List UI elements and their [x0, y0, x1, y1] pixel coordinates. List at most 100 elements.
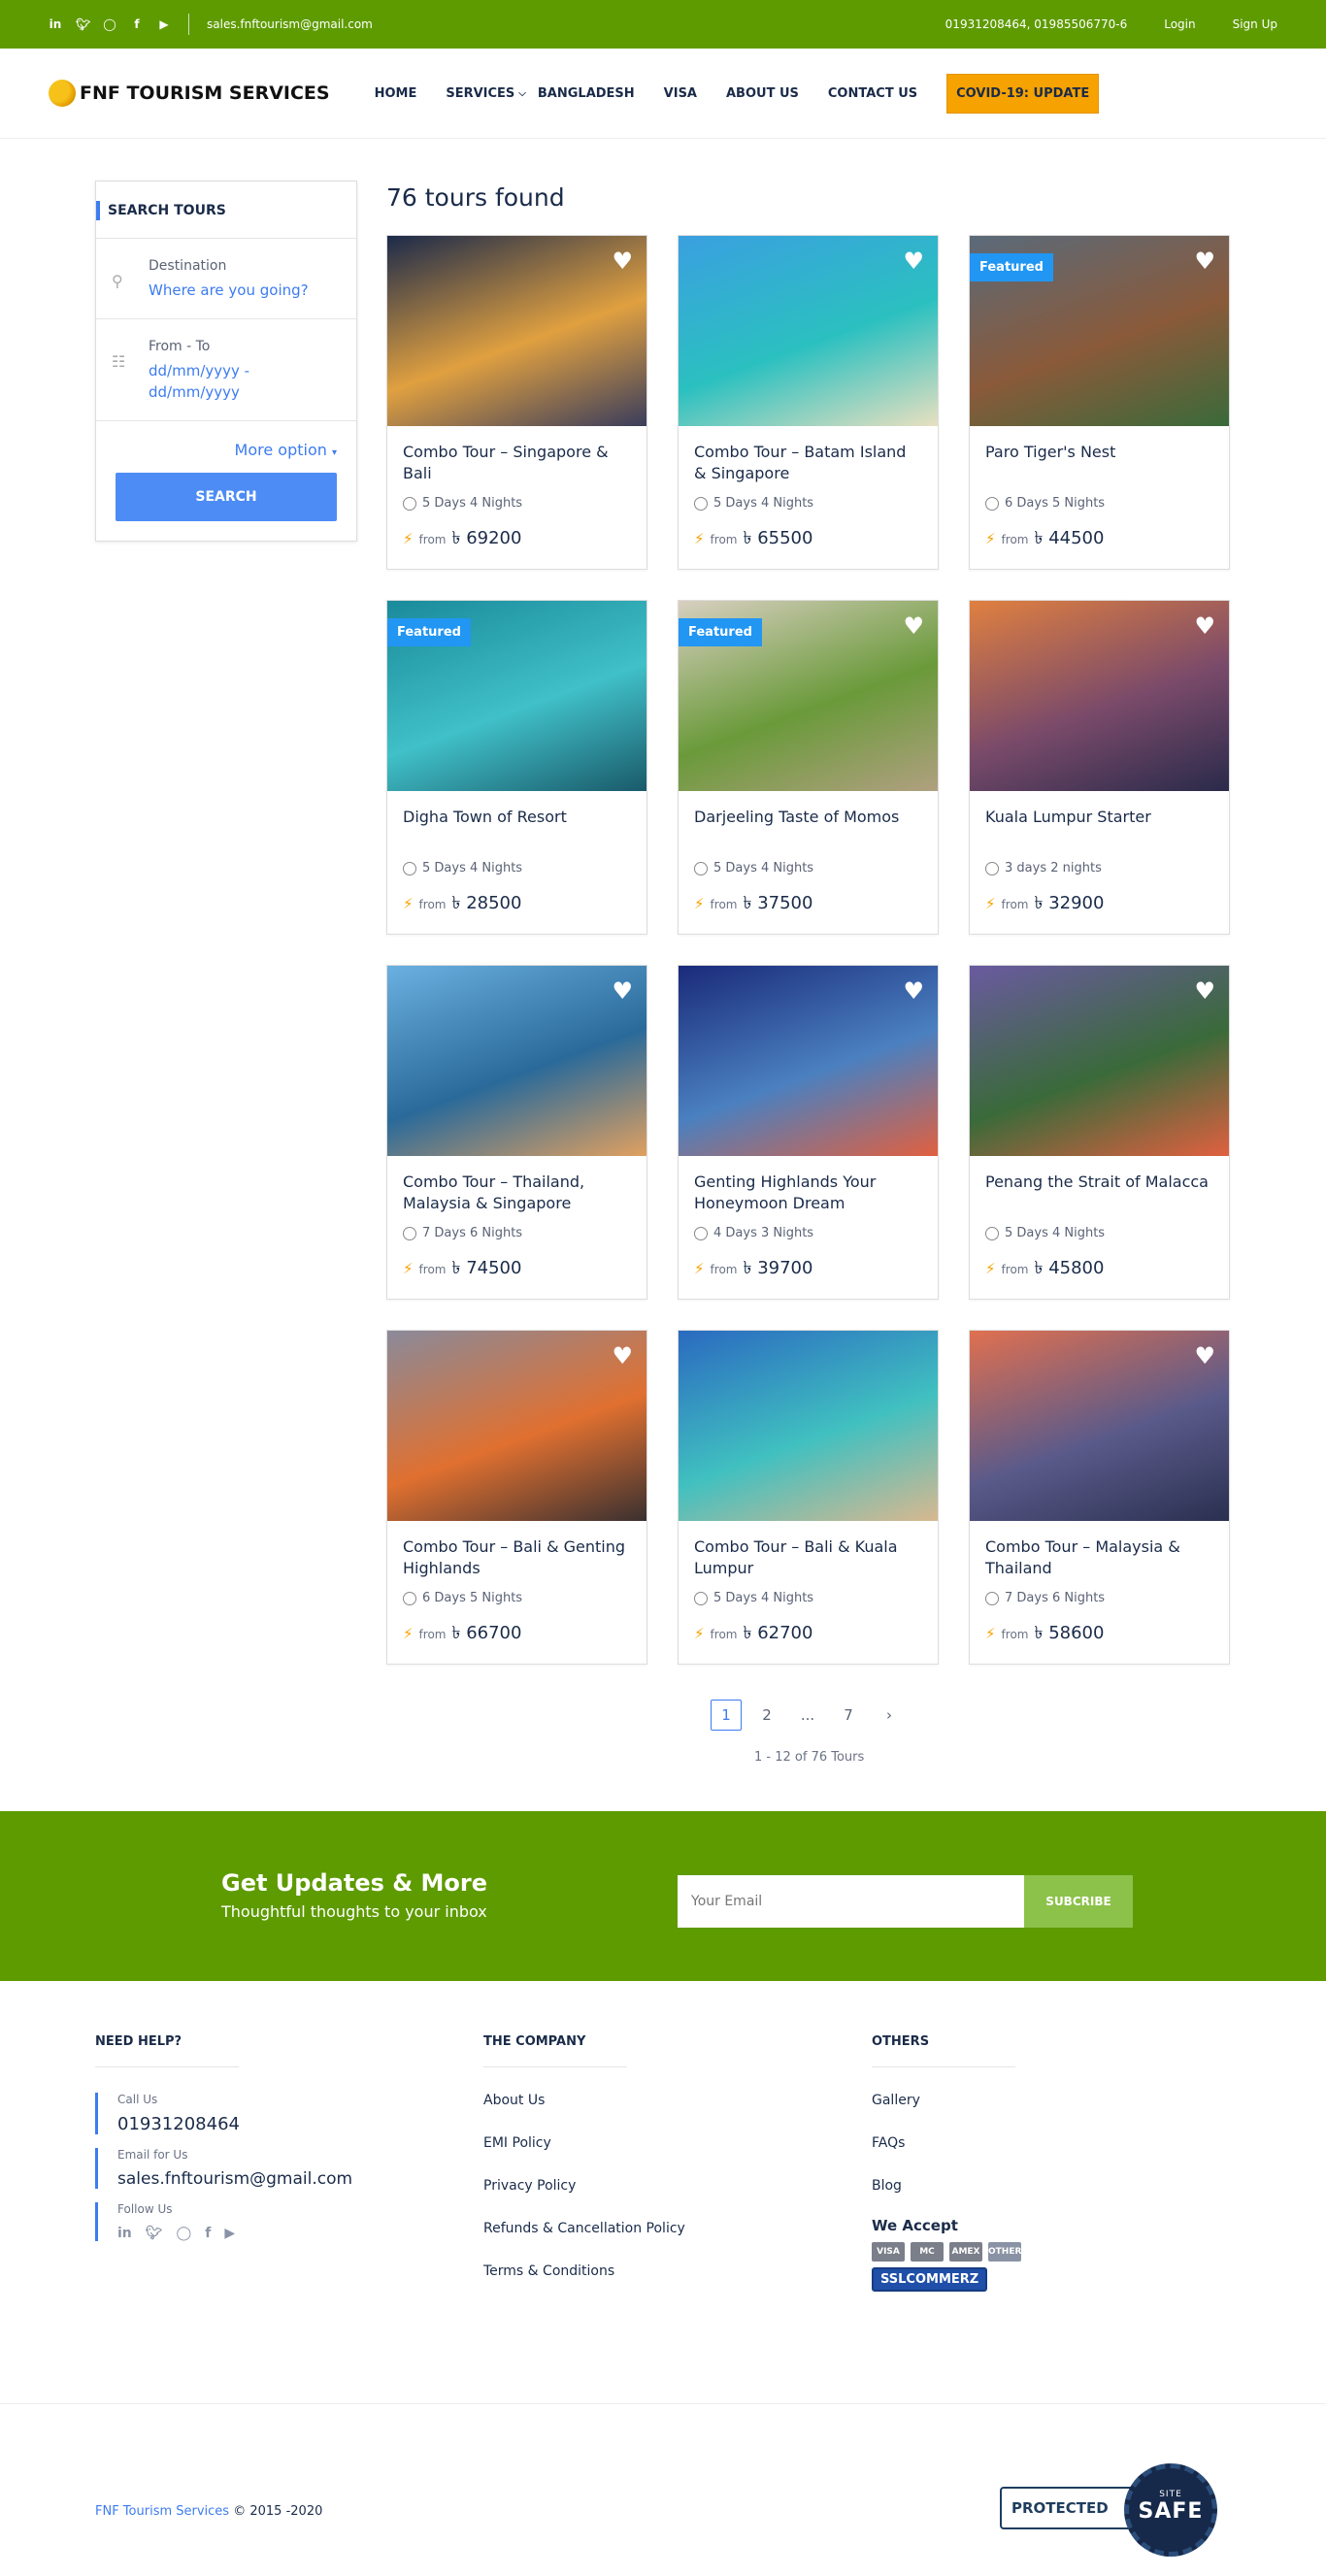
tour-title[interactable]: Genting Highlands Your Honeymoon Dream: [694, 1172, 922, 1218]
email-us-address[interactable]: sales.fnftourism@gmail.com: [117, 2169, 386, 2189]
heart-icon[interactable]: ♥: [612, 979, 633, 1003]
tour-card[interactable]: ♥ Combo Tour – Bali & Genting Highlands 6 …: [386, 1330, 647, 1665]
tour-image[interactable]: ♥: [679, 236, 938, 426]
price-from-label: from: [710, 533, 738, 546]
tour-image[interactable]: ♥: [970, 1331, 1229, 1521]
footer-link-terms[interactable]: Terms & Conditions: [483, 2263, 775, 2279]
tour-title[interactable]: Combo Tour – Malaysia & Thailand: [985, 1536, 1213, 1583]
price-from-label: from: [418, 898, 447, 911]
footer-link-privacy[interactable]: Privacy Policy: [483, 2178, 775, 2194]
tour-image[interactable]: Featured ♥: [679, 601, 938, 791]
tour-price: ⚡ from ৳ 65500: [694, 524, 922, 554]
nav-about[interactable]: ABOUT US: [726, 86, 799, 101]
nav-visa[interactable]: VISA: [664, 86, 697, 101]
tour-card-body: Combo Tour – Bali & Genting Highlands 6 D…: [387, 1521, 646, 1649]
date-range-input[interactable]: dd/mm/yyyy - dd/mm/yyyy: [149, 360, 265, 403]
facebook-icon[interactable]: f: [130, 17, 144, 31]
page-link-1[interactable]: 1: [711, 1700, 742, 1731]
nav-bangladesh[interactable]: BANGLADESH: [538, 86, 635, 101]
heart-icon[interactable]: ♥: [1194, 1344, 1215, 1368]
signup-link[interactable]: Sign Up: [1233, 17, 1277, 31]
tour-title[interactable]: Combo Tour – Bali & Genting Highlands: [403, 1536, 631, 1583]
heart-icon[interactable]: ♥: [1194, 614, 1215, 638]
tour-card[interactable]: ♥ Penang the Strait of Malacca 5 Days 4 Ni…: [969, 965, 1230, 1300]
linkedin-icon[interactable]: in: [117, 2226, 132, 2241]
tour-card[interactable]: Combo Tour – Bali & Kuala Lumpur 5 Days 4…: [678, 1330, 939, 1665]
heart-icon[interactable]: ♥: [903, 614, 924, 638]
tour-image[interactable]: ♥: [387, 236, 646, 426]
tour-card[interactable]: Featured Digha Town of Resort 5 Days 4 Nig…: [386, 600, 647, 935]
tour-image[interactable]: ♥: [970, 966, 1229, 1156]
tour-title[interactable]: Combo Tour – Thailand, Malaysia & Singap…: [403, 1172, 631, 1218]
caret-down-icon: ▾: [331, 447, 337, 458]
more-option-toggle[interactable]: More option ▾: [96, 421, 356, 473]
tour-card[interactable]: ♥ Combo Tour – Malaysia & Thailand 7 Days …: [969, 1330, 1230, 1665]
footer-link-blog[interactable]: Blog: [872, 2178, 1163, 2194]
heart-icon[interactable]: ♥: [1194, 979, 1215, 1003]
search-button[interactable]: SEARCH: [116, 473, 337, 521]
call-us-number[interactable]: 01931208464: [117, 2114, 386, 2134]
tour-title[interactable]: Kuala Lumpur Starter: [985, 807, 1213, 853]
youtube-icon[interactable]: ▶: [224, 2226, 235, 2241]
tour-image[interactable]: ♥: [679, 966, 938, 1156]
heart-icon[interactable]: ♥: [612, 249, 633, 273]
heart-icon[interactable]: ♥: [612, 1344, 633, 1368]
copyright-brand-link[interactable]: FNF Tourism Services: [95, 2504, 229, 2519]
youtube-icon[interactable]: ▶: [157, 17, 171, 31]
tour-image[interactable]: Featured ♥: [970, 236, 1229, 426]
tour-image[interactable]: [679, 1331, 938, 1521]
tour-card[interactable]: ♥ Combo Tour – Singapore & Bali 5 Days 4 N…: [386, 235, 647, 570]
tour-card[interactable]: Featured ♥ Darjeeling Taste of Momos 5 Days…: [678, 600, 939, 935]
clock-icon: [985, 496, 999, 511]
tour-image[interactable]: ♥: [387, 1331, 646, 1521]
nav-home[interactable]: HOME: [375, 86, 417, 101]
instagram-icon[interactable]: ◯: [177, 2226, 192, 2241]
nav-services[interactable]: SERVICES ⌵: [446, 86, 526, 101]
tour-title[interactable]: Combo Tour – Singapore & Bali: [403, 442, 631, 488]
facebook-icon[interactable]: f: [205, 2226, 211, 2241]
heart-icon[interactable]: ♥: [903, 979, 924, 1003]
tour-title[interactable]: Paro Tiger's Nest: [985, 442, 1213, 488]
nav-covid-update-button[interactable]: COVID-19: UPDATE: [946, 73, 1100, 114]
tour-image[interactable]: ♥: [387, 966, 646, 1156]
price-value: 62700: [757, 1623, 813, 1643]
tour-image[interactable]: ♥: [970, 601, 1229, 791]
tour-card[interactable]: Featured ♥ Paro Tiger's Nest 6 Days 5 Night…: [969, 235, 1230, 570]
page-link-2[interactable]: 2: [751, 1700, 782, 1731]
footer-link-about[interactable]: About Us: [483, 2093, 775, 2108]
footer-link-faqs[interactable]: FAQs: [872, 2135, 1163, 2151]
date-range-field[interactable]: ☷ From - To dd/mm/yyyy - dd/mm/yyyy: [96, 319, 356, 421]
footer-link-refunds[interactable]: Refunds & Cancellation Policy: [483, 2221, 775, 2236]
tour-card[interactable]: ♥ Kuala Lumpur Starter 3 days 2 nights ⚡ fro…: [969, 600, 1230, 935]
top-email-link[interactable]: sales.fnftourism@gmail.com: [207, 17, 373, 31]
site-logo[interactable]: FNF TOURISM SERVICES: [49, 80, 330, 107]
price-from-label: from: [1001, 1628, 1029, 1641]
footer-link-gallery[interactable]: Gallery: [872, 2093, 1163, 2108]
tour-title[interactable]: Combo Tour – Batam Island & Singapore: [694, 442, 922, 488]
login-link[interactable]: Login: [1164, 17, 1195, 31]
twitter-icon[interactable]: 🐦︎: [146, 2226, 163, 2241]
destination-label: Destination: [149, 258, 227, 274]
newsletter-email-input[interactable]: [678, 1875, 1024, 1928]
heart-icon[interactable]: ♥: [1194, 249, 1215, 273]
linkedin-icon[interactable]: in: [49, 17, 62, 31]
tour-price: ⚡ from ৳ 66700: [403, 1619, 631, 1649]
destination-input[interactable]: Where are you going?: [149, 280, 341, 301]
tour-card[interactable]: ♥ Combo Tour – Batam Island & Singapore 5 …: [678, 235, 939, 570]
subscribe-button[interactable]: SUBCRIBE: [1024, 1875, 1133, 1928]
next-page-icon[interactable]: ›: [874, 1700, 905, 1731]
tour-title[interactable]: Digha Town of Resort: [403, 807, 631, 853]
tour-card[interactable]: ♥ Genting Highlands Your Honeymoon Dream 4…: [678, 965, 939, 1300]
nav-contact[interactable]: CONTACT US: [828, 86, 917, 101]
footer-link-emi-policy[interactable]: EMI Policy: [483, 2135, 775, 2151]
tour-title[interactable]: Darjeeling Taste of Momos: [694, 807, 922, 853]
twitter-icon[interactable]: 🐦︎: [76, 17, 90, 31]
tour-image[interactable]: Featured: [387, 601, 646, 791]
instagram-icon[interactable]: ◯: [103, 17, 116, 31]
tour-card[interactable]: ♥ Combo Tour – Thailand, Malaysia & Singa…: [386, 965, 647, 1300]
tour-title[interactable]: Combo Tour – Bali & Kuala Lumpur: [694, 1536, 922, 1583]
destination-field[interactable]: ⚲ Destination Where are you going?: [96, 239, 356, 319]
page-link-7[interactable]: 7: [833, 1700, 864, 1731]
heart-icon[interactable]: ♥: [903, 249, 924, 273]
tour-title[interactable]: Penang the Strait of Malacca: [985, 1172, 1213, 1218]
